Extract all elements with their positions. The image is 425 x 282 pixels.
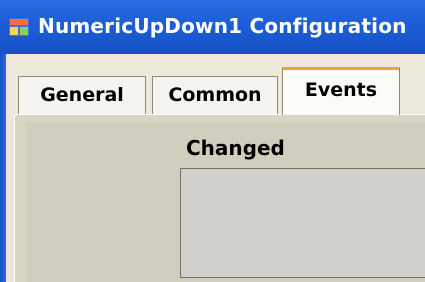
app-window-icon	[8, 17, 30, 37]
config-window: NumericUpDown1 Configuration General Com…	[0, 0, 425, 282]
title-bar[interactable]: NumericUpDown1 Configuration	[0, 0, 425, 54]
tab-common[interactable]: Common	[152, 76, 278, 114]
tab-general[interactable]: General	[18, 76, 146, 114]
window-title: NumericUpDown1 Configuration	[38, 14, 407, 38]
changed-label: Changed	[186, 136, 285, 160]
window-left-border	[0, 54, 6, 282]
tab-events[interactable]: Events	[282, 67, 400, 115]
changed-textbox[interactable]	[180, 168, 425, 278]
